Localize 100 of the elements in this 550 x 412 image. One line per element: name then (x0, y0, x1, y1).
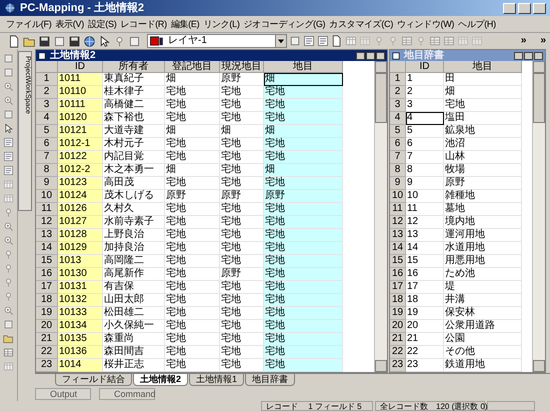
row-header[interactable]: 14 (390, 242, 406, 255)
list-icon[interactable] (3, 137, 14, 148)
row-header[interactable]: 7 (36, 151, 58, 164)
row-header[interactable]: 4 (36, 112, 58, 125)
row-header[interactable]: 23 (36, 359, 58, 372)
pin-icon[interactable] (3, 291, 14, 302)
row-header[interactable]: 22 (390, 346, 406, 359)
minimize-button[interactable] (356, 52, 365, 60)
pin-icon[interactable] (3, 207, 14, 218)
row-header[interactable]: 9 (390, 177, 406, 190)
menu-item[interactable]: 設定(S) (88, 20, 116, 28)
row-header[interactable]: 23 (390, 359, 406, 372)
row-header[interactable]: 20 (390, 320, 406, 333)
row-header[interactable]: 13 (36, 229, 58, 242)
zoom-in-icon[interactable] (3, 221, 14, 232)
minimize-button[interactable] (514, 52, 523, 60)
menu-item[interactable]: ファイル(F) (6, 20, 52, 28)
row-header[interactable]: 8 (390, 164, 406, 177)
list-icon[interactable] (3, 151, 14, 162)
pin-icon[interactable] (3, 277, 14, 288)
zoom-in-icon[interactable] (3, 305, 14, 316)
row-header[interactable]: 5 (36, 125, 58, 138)
list-icon[interactable] (317, 35, 329, 47)
column-header[interactable]: 現況地目 (220, 61, 264, 73)
cursor-icon[interactable] (98, 34, 111, 48)
row-header[interactable]: 17 (36, 281, 58, 294)
row-header[interactable]: 18 (390, 294, 406, 307)
pin-icon[interactable] (3, 249, 14, 260)
row-header[interactable]: 8 (36, 164, 58, 177)
layer-dropdown[interactable]: レイヤ-1 (147, 34, 287, 48)
column-header[interactable]: 所有者 (103, 61, 165, 73)
row-header[interactable]: 20 (36, 320, 58, 333)
menu-item[interactable]: ジオコーディング(G) (244, 20, 326, 28)
row-header[interactable]: 13 (390, 229, 406, 242)
maximize-button[interactable] (524, 52, 533, 60)
square-icon[interactable] (3, 319, 14, 330)
square-icon[interactable] (3, 53, 14, 64)
column-header[interactable]: 地目 (444, 61, 522, 73)
row-header[interactable]: 2 (390, 86, 406, 99)
row-header[interactable]: 21 (36, 333, 58, 346)
grid-icon[interactable] (3, 347, 14, 358)
square-icon[interactable] (128, 34, 141, 48)
row-header[interactable]: 7 (390, 151, 406, 164)
menu-item[interactable]: ヘルプ(H) (458, 20, 496, 28)
row-header[interactable]: 11 (390, 203, 406, 216)
row-header[interactable]: 22 (36, 346, 58, 359)
row-header[interactable]: 14 (36, 242, 58, 255)
row-header[interactable]: 15 (36, 255, 58, 268)
row-header[interactable]: 1 (390, 73, 406, 86)
menu-item[interactable]: カスタマイズ(C) (329, 20, 394, 28)
folder-icon[interactable] (3, 333, 14, 344)
panel-tab[interactable]: Command (99, 388, 155, 400)
globe-icon[interactable] (83, 34, 96, 48)
caret-icon[interactable] (278, 38, 284, 44)
table-icon[interactable] (3, 179, 14, 190)
row-header[interactable]: 6 (36, 138, 58, 151)
zoom-in-icon[interactable] (3, 95, 14, 106)
row-header[interactable]: 11 (36, 203, 58, 216)
globe-icon[interactable] (4, 2, 16, 14)
menu-item[interactable]: リンク(L) (203, 20, 240, 28)
overflow-chevron[interactable]: » (540, 36, 546, 46)
row-header[interactable]: 12 (390, 216, 406, 229)
square-icon[interactable] (53, 34, 66, 48)
row-header[interactable]: 10 (36, 190, 58, 203)
row-header[interactable]: 17 (390, 281, 406, 294)
scrollbar[interactable] (532, 61, 545, 372)
sheet-tab[interactable]: 土地情報2 (133, 374, 188, 386)
row-header[interactable]: 3 (36, 99, 58, 112)
row-header[interactable]: 18 (36, 294, 58, 307)
document-icon[interactable] (331, 35, 343, 47)
square-icon[interactable] (289, 35, 301, 47)
row-header[interactable]: 3 (390, 99, 406, 112)
row-header[interactable]: 6 (390, 138, 406, 151)
scrollbar[interactable] (374, 61, 387, 372)
row-header[interactable]: 12 (36, 216, 58, 229)
menu-item[interactable]: 表示(V) (55, 20, 84, 28)
zoom-in-icon[interactable] (3, 235, 14, 246)
overflow-chevron[interactable]: » (520, 36, 526, 46)
maximize-button[interactable] (366, 52, 375, 60)
row-header[interactable]: 21 (390, 333, 406, 346)
menu-item[interactable]: レコード(R) (120, 20, 167, 28)
menu-item[interactable]: ウィンドウ(W) (397, 20, 454, 28)
row-header[interactable]: 4 (390, 112, 406, 125)
column-header[interactable]: ID (58, 61, 103, 73)
zoom-in-icon[interactable] (3, 81, 14, 92)
row-header[interactable]: 10 (390, 190, 406, 203)
column-header[interactable]: 登記地目 (165, 61, 220, 73)
row-header[interactable]: 16 (390, 268, 406, 281)
square-icon[interactable] (3, 67, 14, 78)
sheet-tab[interactable]: フィールド結合 (55, 374, 132, 386)
close-button[interactable] (376, 52, 385, 60)
menu-item[interactable]: 編集(E) (170, 20, 200, 28)
row-header[interactable]: 19 (390, 307, 406, 320)
row-header[interactable]: 16 (36, 268, 58, 281)
row-header[interactable]: 19 (36, 307, 58, 320)
column-header[interactable]: ID (406, 61, 444, 73)
row-header[interactable]: 2 (36, 86, 58, 99)
row-header[interactable]: 15 (390, 255, 406, 268)
row-header[interactable]: 1 (36, 73, 58, 86)
row-header[interactable]: 9 (36, 177, 58, 190)
